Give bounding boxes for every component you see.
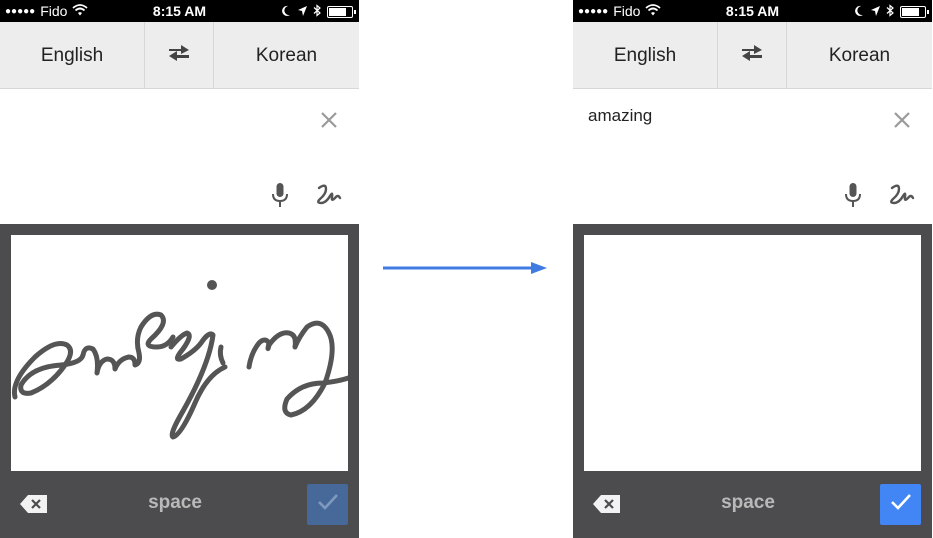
battery-level	[902, 8, 919, 16]
input-area[interactable]	[0, 89, 359, 224]
microphone-icon[interactable]	[268, 181, 292, 209]
target-language-button[interactable]: Korean	[787, 22, 932, 89]
microphone-icon[interactable]	[841, 181, 865, 209]
handwriting-strokes	[11, 280, 348, 440]
battery-icon	[327, 6, 356, 18]
backspace-icon[interactable]	[592, 494, 622, 514]
space-key[interactable]: space	[673, 492, 823, 514]
language-bar: English Korean	[0, 22, 359, 89]
checkmark-icon	[317, 493, 339, 516]
moon-icon	[281, 4, 291, 20]
moon-icon	[854, 4, 864, 20]
backspace-icon[interactable]	[19, 494, 49, 514]
input-text[interactable]: amazing	[588, 106, 652, 126]
handwriting-icon[interactable]	[314, 182, 346, 208]
bluetooth-icon	[313, 4, 321, 20]
battery-icon	[900, 6, 929, 18]
swap-languages-button[interactable]	[718, 22, 787, 89]
handwriting-keyboard: space	[0, 224, 359, 538]
screen-before: ●●●●● Fido 8:15 AM English Korean space	[0, 0, 359, 538]
swap-arrows-icon	[740, 43, 764, 69]
right-arrow-icon	[383, 258, 547, 278]
close-icon[interactable]	[889, 107, 915, 133]
screen-after: ●●●●● Fido 8:15 AM English Korean amazin…	[573, 0, 932, 538]
handwriting-icon[interactable]	[887, 182, 919, 208]
status-bar: ●●●●● Fido 8:15 AM	[573, 0, 932, 22]
target-language-button[interactable]: Korean	[214, 22, 359, 89]
done-button[interactable]	[880, 484, 921, 525]
battery-level	[329, 8, 346, 16]
done-button[interactable]	[307, 484, 348, 525]
handwriting-canvas[interactable]	[584, 235, 921, 471]
location-icon	[870, 4, 880, 20]
swap-languages-button[interactable]	[145, 22, 214, 89]
bluetooth-icon	[886, 4, 894, 20]
location-icon	[297, 4, 307, 20]
close-icon[interactable]	[316, 107, 342, 133]
swap-arrows-icon	[167, 43, 191, 69]
handwriting-canvas[interactable]	[11, 235, 348, 471]
source-language-button[interactable]: English	[573, 22, 718, 89]
source-language-button[interactable]: English	[0, 22, 145, 89]
language-bar: English Korean	[573, 22, 932, 89]
checkmark-icon	[890, 493, 912, 516]
status-bar: ●●●●● Fido 8:15 AM	[0, 0, 359, 22]
handwriting-keyboard: space	[573, 224, 932, 538]
input-area[interactable]: amazing	[573, 89, 932, 224]
space-key[interactable]: space	[100, 492, 250, 514]
